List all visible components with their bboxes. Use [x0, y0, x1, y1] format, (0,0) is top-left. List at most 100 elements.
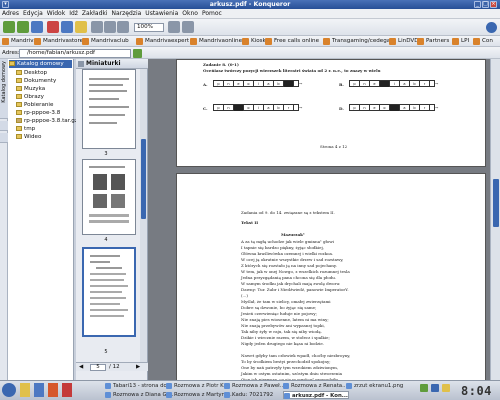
poem-line: Myślał, że tam w sielicy, omałej zwierzę… [241, 299, 331, 304]
task-tabari13[interactable]: Tabari13 - strona do... [105, 382, 172, 390]
start-menu-icon[interactable] [2, 383, 16, 397]
page-number-input[interactable]: 5 [90, 364, 106, 371]
back-icon[interactable] [3, 21, 15, 33]
thumbnail-label: 5 [104, 349, 108, 355]
bookmark-con[interactable]: Con [473, 37, 493, 46]
poem-line: Tak niby żyły w raju, tak się niby wiodą… [241, 329, 322, 334]
location-input[interactable]: /home/fabian/arkusz.pdf [19, 49, 131, 58]
clock[interactable]: 8:04 [461, 384, 492, 398]
menu-narzedzia[interactable]: Narzędzia [110, 9, 144, 19]
tree-item-pobieranie[interactable]: Pobieranie [16, 101, 53, 109]
tree-item-home[interactable]: Katalog domowy [9, 60, 72, 68]
konqueror-launcher-icon[interactable] [34, 383, 44, 397]
poem-line: Jakim w ostym ostatnim, szóstym dniu stw… [241, 371, 343, 376]
page-navigator: ◀ 5 / 12 ▶ [76, 362, 148, 371]
bookmark-lindvd[interactable]: LinDVD [389, 37, 419, 46]
task-chat-renata[interactable]: Rozmowa z Renata... [283, 382, 347, 390]
poem-line: I tapnie się bardzo piękny, żyjąc słodki… [241, 245, 324, 250]
task-kadu[interactable]: Kadu: 7021792 [224, 391, 273, 399]
menu-ustawienia[interactable]: Ustawienia [143, 9, 180, 19]
tasks-intro: Zadania od 9. do 14. związane są z tekst… [241, 210, 335, 215]
file-tree: Katalog domowy Desktop Dokumenty Muzyka … [8, 59, 78, 380]
prev-page-icon[interactable]: ◀ [79, 364, 83, 370]
fit-page-icon[interactable] [182, 21, 194, 33]
poem-line: Nie znają pies wiosenne, latem ni ma win… [241, 317, 329, 322]
poem-line: Dobre są dzwonie, bo żyjąc się same; [241, 305, 317, 310]
bookmark-icon [265, 38, 272, 45]
maximize-icon[interactable]: □ [482, 1, 489, 8]
reload-icon[interactable] [61, 21, 73, 33]
tree-item-wideo[interactable]: Wideo [16, 133, 41, 141]
task-chat-diana[interactable]: Rozmowa z Diana Gi... [105, 391, 173, 399]
bookmark-mandrivaonline[interactable]: Mandrivaonline [190, 37, 242, 46]
tray-messenger-icon[interactable] [442, 384, 450, 392]
close-icon[interactable]: × [490, 1, 497, 8]
task-screenshot[interactable]: zrzut ekranu1.png [346, 382, 403, 390]
bookmark-mandriva[interactable]: Mandriva [2, 37, 37, 46]
tab-bookmarks[interactable] [0, 121, 8, 131]
close-panel-icon[interactable] [78, 61, 84, 67]
sidebar-tabs: Katalog domowy [0, 59, 8, 380]
menu-widok[interactable]: Widok [45, 9, 67, 19]
stop-icon[interactable] [47, 21, 59, 33]
bookmark-lpi[interactable]: LPI [452, 37, 469, 46]
task-chat-pawel[interactable]: Rozmowa z Paweł... [224, 382, 285, 390]
thumbnails-scrollbar[interactable] [140, 69, 147, 369]
tree-item-dokumenty[interactable]: Dokumenty [16, 77, 56, 85]
home-icon[interactable] [75, 21, 87, 33]
thumbnails-scroll-handle[interactable] [141, 139, 146, 219]
main-scrollbar[interactable] [490, 59, 500, 380]
bookmark-mandrivastore[interactable]: Mandrivastore [34, 37, 83, 46]
tab-home-folder[interactable]: Katalog domowy [0, 59, 8, 119]
tray-network-icon[interactable] [420, 384, 428, 392]
firefox-launcher-icon[interactable] [48, 383, 58, 397]
bookmark-mandrivaclub[interactable]: Mandrivaclub [82, 37, 129, 46]
next-page-icon[interactable]: ▶ [136, 364, 140, 370]
menu-okno[interactable]: Okno [180, 9, 200, 19]
tree-item-rp-pppoe-tar[interactable]: rp-pppoe-3.8.tar.gz [16, 117, 78, 125]
tree-item-obrazy[interactable]: Obrazy [16, 93, 44, 101]
zoom-in-icon[interactable] [104, 21, 116, 33]
tree-item-muzyka[interactable]: Muzyka [16, 85, 45, 93]
main-scroll-handle[interactable] [493, 179, 499, 227]
bookmark-mandrivaexpert[interactable]: Mandrivaexpert [136, 37, 189, 46]
arrow-b: → [435, 81, 439, 86]
zoom-select[interactable]: 100% [134, 23, 164, 32]
home-folder-launcher-icon[interactable] [20, 383, 30, 397]
bookmark-partners[interactable]: Partners [417, 37, 449, 46]
go-icon[interactable] [133, 49, 142, 58]
task-question: Oceńiasz twórczy pozycji wierzszek liter… [203, 68, 381, 73]
bookmark-free-calls[interactable]: Free calls online [265, 37, 319, 46]
thumbnail-page-4[interactable] [82, 159, 136, 235]
text-heading: Tekst II [241, 220, 259, 225]
menu-zakladki[interactable]: Zakładki [80, 9, 110, 19]
fit-width-icon[interactable] [168, 21, 180, 33]
location-bar: Adres: /home/fabian/arkusz.pdf [0, 47, 500, 59]
tree-item-rp-pppoe[interactable]: rp-pppoe-3.8 [16, 109, 60, 117]
opera-launcher-icon[interactable] [62, 383, 72, 397]
menu-adres[interactable]: Adres [0, 9, 21, 19]
task-arkusz-pdf[interactable]: arkusz.pdf - Kon... [283, 391, 349, 399]
zoom-out-icon[interactable] [117, 21, 129, 33]
poem-line: Z których się rozstało ją na inny sad po… [241, 263, 337, 268]
bookmark-kiosk[interactable]: Kiosk [242, 37, 266, 46]
print-icon[interactable] [91, 21, 103, 33]
menu-edycja[interactable]: Edycja [21, 9, 45, 19]
tree-item-desktop[interactable]: Desktop [16, 69, 47, 77]
tab-history[interactable] [0, 133, 8, 143]
pdf-viewport[interactable]: Zadanie 8. (0-1) Oceńiasz twórczy pozycj… [148, 59, 498, 383]
tree-item-tmp[interactable]: tmp [16, 125, 35, 133]
app-icon [105, 392, 111, 398]
tray-volume-icon[interactable] [431, 384, 439, 392]
task-chat-piotr[interactable]: Rozmowa z Piotr K... [166, 382, 229, 390]
forward-icon[interactable] [17, 21, 29, 33]
bookmark-transgaming[interactable]: Transgaming/cedega [323, 37, 390, 46]
up-icon[interactable] [31, 21, 43, 33]
poem-line: Dzikie i wiecznie razem, w stołecz i spa… [241, 335, 330, 340]
thumbnail-page-3[interactable] [82, 69, 136, 149]
poem-line: Nawet gdyby tam człowiek wpadł, choćby n… [241, 353, 351, 358]
menu-pomoc[interactable]: Pomoc [200, 9, 224, 19]
minimize-icon[interactable]: _ [474, 1, 481, 8]
thumbnail-page-5[interactable] [82, 247, 136, 337]
menu-idz[interactable]: Idź [67, 9, 80, 19]
